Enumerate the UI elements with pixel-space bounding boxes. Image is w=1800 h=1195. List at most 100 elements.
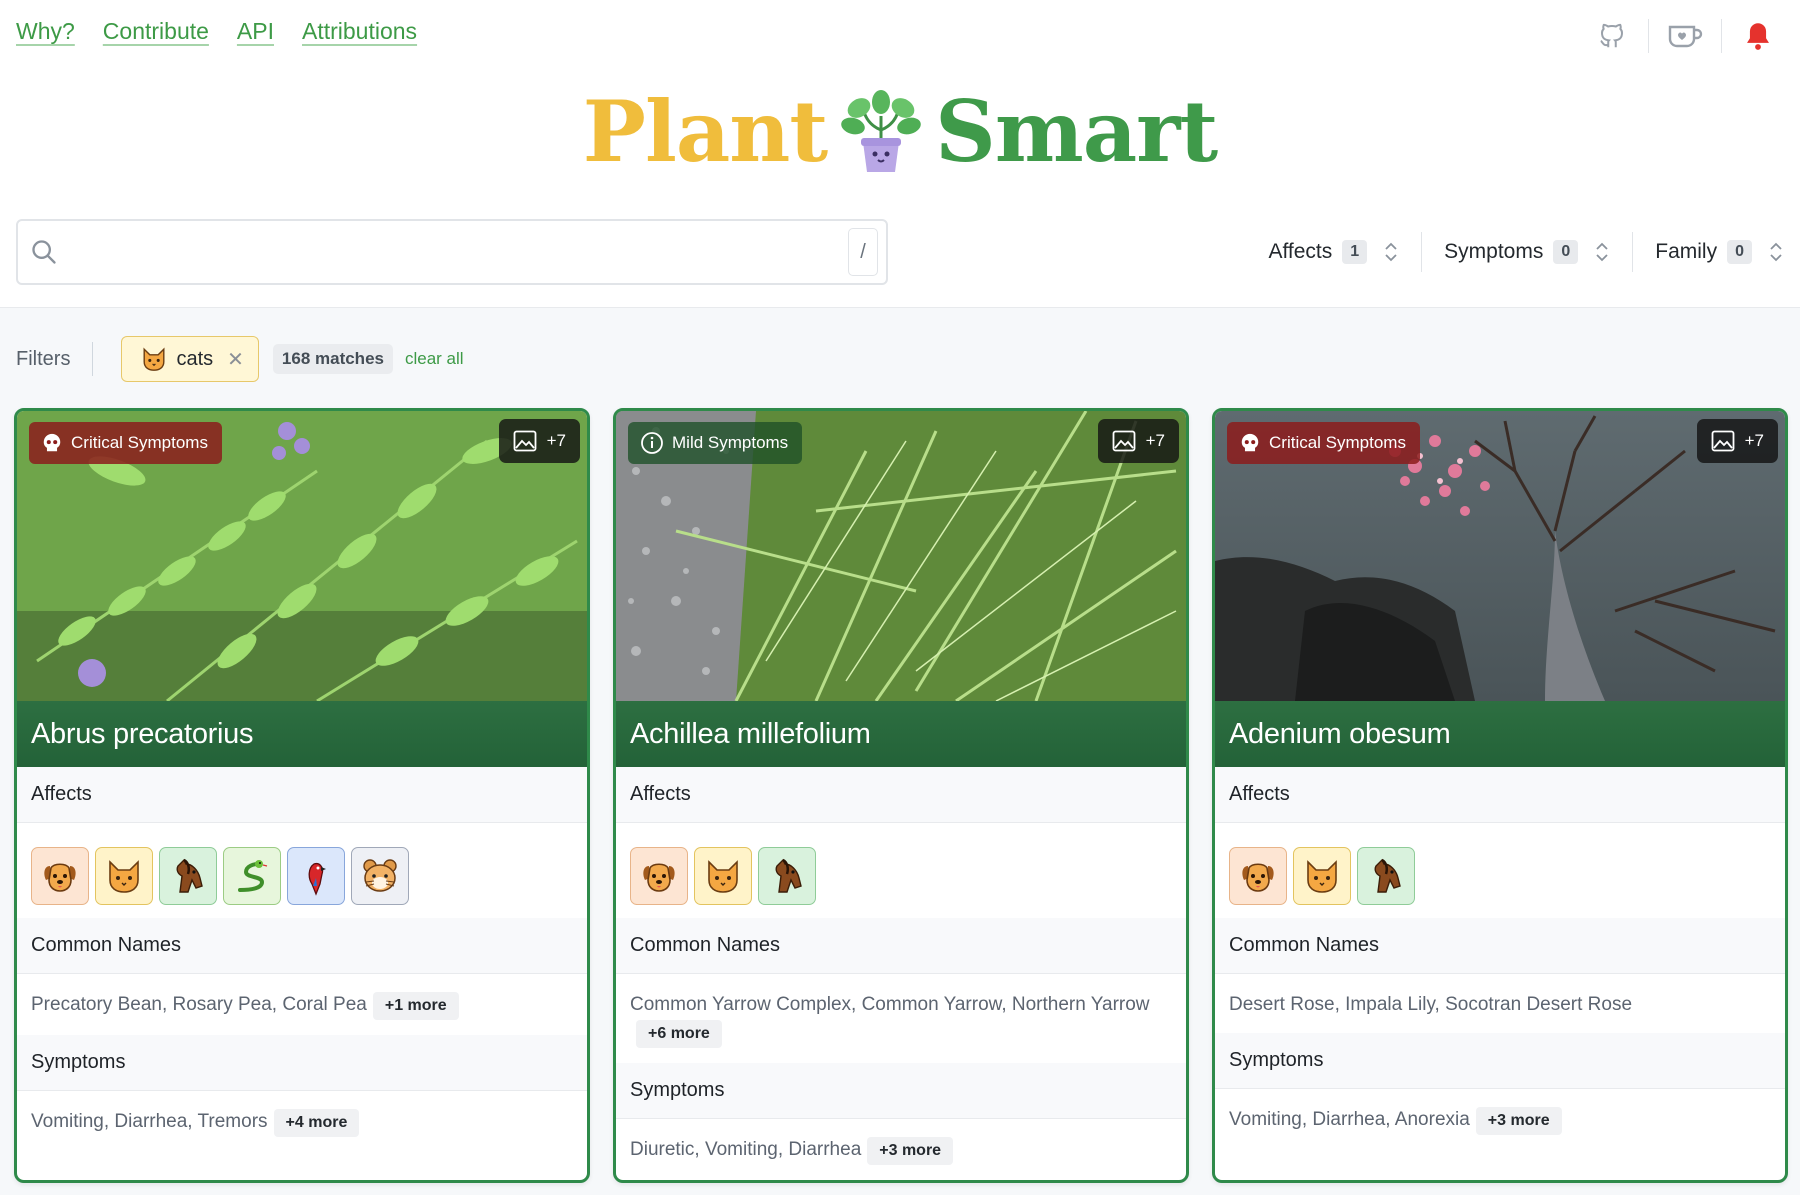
search-icon [32,240,56,264]
symptoms-heading: Symptoms [616,1063,1186,1119]
plant-card[interactable]: Critical Symptoms +7 Abrus precatorius A… [14,408,590,1183]
search-shortcut-key: / [848,228,878,276]
horse-icon[interactable] [159,847,217,905]
affects-heading: Affects [17,767,587,823]
severity-badge-label: Critical Symptoms [1269,433,1406,452]
plant-name[interactable]: Adenium obesum [1215,701,1785,767]
symptoms-list: Diuretic, Vomiting, Diarrhea +3 more [630,1136,1150,1165]
common-names-list: Common Yarrow Complex, Common Yarrow, No… [630,991,1150,1048]
common-names-list: Precatory Bean, Rosary Pea, Coral Pea +1 … [31,991,551,1020]
affects-dropdown[interactable]: Affects 1 [1246,232,1421,272]
family-dropdown[interactable]: Family 0 [1632,232,1784,272]
common-names-list: Desert Rose, Impala Lily, Socotran Deser… [1229,991,1749,1019]
image-gallery-button[interactable]: +7 [498,419,580,463]
affects-count-badge: 1 [1342,240,1368,264]
affects-dropdown-label: Affects [1268,240,1333,263]
horse-icon[interactable] [1357,847,1415,905]
plant-card[interactable]: Mild Symptoms +7 Achillea millefolium Af… [613,408,1189,1183]
cat-icon [143,347,165,371]
symptoms-heading: Symptoms [17,1035,587,1091]
common-names-text: Common Yarrow Complex, Common Yarrow, No… [630,994,1150,1015]
common-names-more-button[interactable]: +1 more [372,992,459,1020]
symptoms-more-button[interactable]: +3 more [867,1137,954,1165]
symptoms-list: Vomiting, Diarrhea, Anorexia +3 more [1229,1106,1749,1135]
logo-word-plant: Plant [582,82,828,181]
logo-word-smart: Smart [935,82,1218,181]
filter-chip-label: cats [176,347,214,370]
cat-icon[interactable] [1293,847,1351,905]
common-names-text: Precatory Bean, Rosary Pea, Coral Pea [31,994,367,1015]
sort-chevrons-icon [1596,242,1608,262]
sort-chevrons-icon [1385,242,1397,262]
symptoms-dropdown[interactable]: Symptoms 0 [1421,232,1632,272]
kofi-cup-icon[interactable] [1665,18,1705,54]
affected-animals [630,847,816,905]
symptoms-list: Vomiting, Diarrhea, Tremors +4 more [31,1108,551,1137]
header-separator [1648,19,1649,53]
search-box: / [16,219,888,285]
filters-separator [92,342,94,376]
common-names-heading: Common Names [17,918,587,974]
family-count-badge: 0 [1727,240,1752,264]
symptoms-text: Vomiting, Diarrhea, Anorexia [1229,1109,1470,1130]
image-count: +7 [1145,431,1165,450]
symptoms-text: Vomiting, Diarrhea, Tremors [31,1111,268,1132]
common-names-heading: Common Names [1215,918,1785,974]
filter-chip-cats[interactable]: cats ✕ [121,336,259,382]
image-gallery-button[interactable]: +7 [1696,419,1778,463]
filters-label: Filters [16,347,71,370]
affects-heading: Affects [616,767,1186,823]
close-icon[interactable]: ✕ [227,347,244,372]
header-actions [1592,18,1778,54]
info-icon [641,432,663,454]
symptoms-more-button[interactable]: +3 more [1475,1107,1562,1135]
plant-card[interactable]: Critical Symptoms +7 Adenium obesum Affe… [1212,408,1788,1183]
skull-icon [1241,433,1259,452]
site-logo[interactable]: Plant Smart [0,82,1800,181]
image-count: +7 [1744,431,1764,450]
small-mammal-icon[interactable] [351,847,409,905]
image-icon [1112,430,1136,452]
affected-animals [31,847,409,905]
clear-all-link[interactable]: clear all [405,349,464,369]
common-names-text: Desert Rose, Impala Lily, Socotran Deser… [1229,994,1633,1015]
common-names-more-button[interactable]: +6 more [636,1020,722,1048]
dog-icon[interactable] [31,847,89,905]
bell-icon[interactable] [1738,18,1778,54]
image-gallery-button[interactable]: +7 [1097,419,1179,463]
cat-icon[interactable] [95,847,153,905]
plant-card-grid: Critical Symptoms +7 Abrus precatorius A… [14,408,1788,1183]
potted-plant-icon [841,89,921,172]
active-filters-bar: Filters cats ✕ 168 matches clear all [16,336,464,382]
severity-badge-label: Critical Symptoms [71,433,208,452]
symptoms-more-button[interactable]: +4 more [273,1109,360,1137]
nav-contribute-link[interactable]: Contribute [103,18,209,45]
cat-icon[interactable] [694,847,752,905]
common-names-heading: Common Names [616,918,1186,974]
severity-badge: Mild Symptoms [628,422,803,464]
nav-why-link[interactable]: Why? [16,18,75,45]
reptile-icon[interactable] [223,847,281,905]
symptoms-count-badge: 0 [1553,240,1579,264]
severity-badge: Critical Symptoms [1227,422,1420,464]
bird-icon[interactable] [287,847,345,905]
dog-icon[interactable] [1229,847,1287,905]
filter-dropdowns: Affects 1 Symptoms 0 Family 0 [1246,232,1784,272]
sort-chevrons-icon [1770,242,1782,262]
plant-name[interactable]: Abrus precatorius [17,701,587,767]
plant-name[interactable]: Achillea millefolium [616,701,1186,767]
horse-icon[interactable] [758,847,816,905]
symptoms-dropdown-label: Symptoms [1444,240,1544,263]
image-icon [1711,430,1735,452]
image-icon [513,430,537,452]
nav-api-link[interactable]: API [237,18,274,45]
affected-animals [1229,847,1415,905]
symptoms-heading: Symptoms [1215,1033,1785,1089]
nav-attributions-link[interactable]: Attributions [302,18,417,45]
search-input[interactable] [58,221,848,283]
severity-badge-label: Mild Symptoms [672,433,789,452]
severity-badge: Critical Symptoms [29,422,222,464]
github-icon[interactable] [1592,18,1632,54]
dog-icon[interactable] [630,847,688,905]
symptoms-text: Diuretic, Vomiting, Diarrhea [630,1139,862,1160]
